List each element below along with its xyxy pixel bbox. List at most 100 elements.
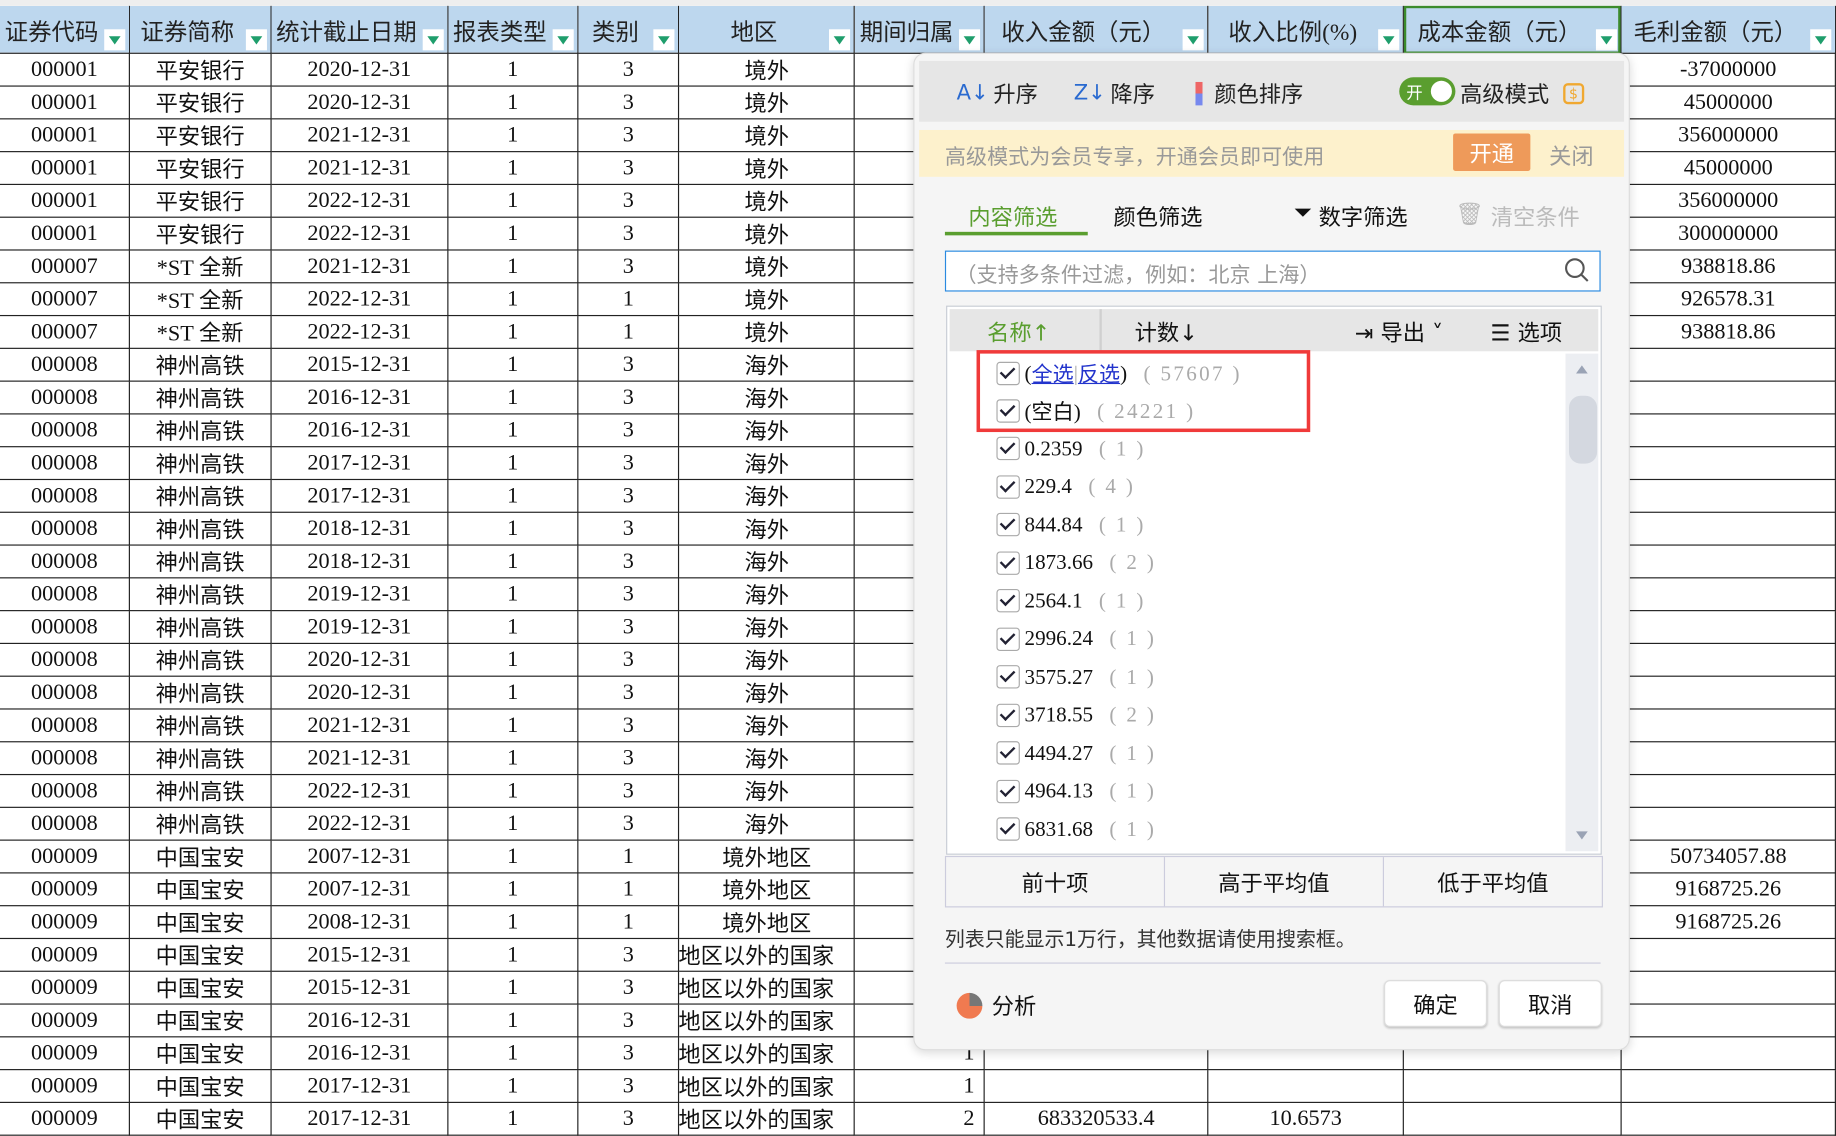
table-cell[interactable] [1621, 446, 1836, 481]
number-filter-button[interactable]: ⏷ 数字筛选 [1294, 200, 1408, 232]
table-cell[interactable]: 2017-12-31 [270, 479, 449, 513]
table-cell[interactable]: 1 [447, 971, 579, 1005]
table-cell[interactable] [1621, 741, 1836, 776]
table-cell[interactable]: 2021-12-31 [270, 741, 449, 776]
table-cell[interactable]: 神州高铁 [129, 676, 272, 710]
table-cell[interactable]: 海外 [678, 643, 856, 677]
table-cell[interactable]: 9168725.26 [1621, 872, 1836, 907]
list-scrollbar[interactable] [1565, 353, 1599, 852]
table-cell[interactable]: 中国宝安 [129, 840, 272, 874]
table-cell[interactable] [1621, 676, 1836, 710]
table-cell[interactable]: 1 [577, 905, 680, 940]
table-cell[interactable]: 神州高铁 [129, 807, 272, 841]
table-cell[interactable]: 1 [447, 282, 579, 317]
table-cell[interactable]: 938818.86 [1621, 315, 1836, 349]
table-cell[interactable]: 2019-12-31 [270, 610, 449, 644]
table-cell[interactable]: 境外 [678, 315, 856, 349]
list-item[interactable]: 3575.27( 1 ) [996, 659, 1156, 694]
table-cell[interactable]: 2020-12-31 [270, 676, 449, 710]
table-cell[interactable]: 海外 [678, 479, 856, 513]
table-cell[interactable]: 1 [447, 643, 579, 677]
table-cell[interactable]: 1 [447, 413, 579, 448]
checkbox[interactable] [996, 512, 1020, 537]
table-cell[interactable]: 陆地区以外的国家 [678, 971, 856, 1005]
sort-by-count[interactable]: 计数↓ [1135, 316, 1198, 348]
table-cell[interactable]: 3 [577, 348, 680, 382]
filter-dropdown-icon[interactable] [552, 29, 574, 51]
table-cell[interactable]: 1 [447, 151, 579, 186]
table-cell[interactable]: -37000000 [1621, 53, 1836, 87]
filter-dropdown-icon[interactable] [653, 29, 675, 51]
table-cell[interactable]: 000001 [0, 86, 130, 120]
table-cell[interactable]: 000008 [0, 610, 130, 644]
filter-search-input[interactable]: （支持多条件过滤，例如：北京 上海） [944, 250, 1601, 292]
table-cell[interactable]: 1 [447, 708, 579, 743]
table-cell[interactable]: 海外 [678, 577, 856, 612]
table-cell[interactable] [1621, 774, 1836, 808]
table-cell[interactable]: 938818.86 [1621, 249, 1836, 284]
checkbox[interactable] [996, 741, 1020, 765]
table-cell[interactable]: 1 [447, 1036, 579, 1071]
table-cell[interactable]: 000008 [0, 708, 130, 743]
table-cell[interactable]: 000008 [0, 807, 130, 841]
ok-button[interactable]: 确定 [1384, 980, 1488, 1027]
table-cell[interactable]: 3 [577, 643, 680, 677]
table-cell[interactable]: 海外 [678, 348, 856, 382]
table-cell[interactable]: 000007 [0, 282, 130, 317]
list-item[interactable]: 1873.66( 2 ) [996, 545, 1156, 580]
table-cell[interactable]: 2022-12-31 [270, 774, 449, 808]
above-average-button[interactable]: 高于平均值 [1165, 857, 1385, 907]
list-item[interactable]: 844.84( 1 ) [996, 507, 1145, 542]
table-cell[interactable]: 000001 [0, 184, 130, 218]
column-header[interactable]: 报表类型 [447, 5, 579, 54]
table-cell[interactable] [1621, 938, 1836, 972]
table-cell[interactable]: 3 [577, 86, 680, 120]
table-cell[interactable]: 2022-12-31 [270, 315, 449, 349]
table-cell[interactable]: 平安银行 [129, 86, 272, 120]
table-cell[interactable]: 神州高铁 [129, 446, 272, 481]
table-cell[interactable]: 中国宝安 [129, 872, 272, 907]
column-header[interactable]: 地区 [678, 5, 856, 54]
table-cell[interactable]: 2007-12-31 [270, 872, 449, 907]
table-cell[interactable]: 000001 [0, 151, 130, 186]
table-cell[interactable]: 000007 [0, 249, 130, 284]
options-button[interactable]: ☰ 选项 [1491, 316, 1563, 348]
cancel-button[interactable]: 取消 [1498, 980, 1602, 1027]
column-header[interactable]: 证券简称 [129, 5, 272, 54]
table-cell[interactable]: 境外地区 [678, 905, 856, 940]
table-cell[interactable]: 000001 [0, 53, 130, 87]
table-cell[interactable]: 2022-12-31 [270, 282, 449, 317]
checkbox[interactable] [996, 550, 1020, 575]
table-cell[interactable]: 000008 [0, 413, 130, 448]
table-cell[interactable]: 3 [577, 545, 680, 579]
table-cell[interactable]: 926578.31 [1621, 282, 1836, 317]
table-cell[interactable]: 3 [577, 971, 680, 1005]
table-cell[interactable]: 境外 [678, 184, 856, 218]
table-cell[interactable]: 000008 [0, 545, 130, 579]
table-cell[interactable]: 陆地区以外的国家 [678, 1004, 856, 1038]
table-cell[interactable]: 平安银行 [129, 184, 272, 218]
table-cell[interactable]: 海外 [678, 708, 856, 743]
table-cell[interactable]: 000009 [0, 905, 130, 940]
table-cell[interactable]: 1 [447, 938, 579, 972]
table-cell[interactable]: 中国宝安 [129, 1004, 272, 1038]
checkbox[interactable] [996, 703, 1020, 727]
table-cell[interactable]: 海外 [678, 807, 856, 841]
table-cell[interactable]: 2022-12-31 [270, 807, 449, 841]
table-cell[interactable]: 45000000 [1621, 86, 1836, 120]
table-cell[interactable]: 1 [447, 86, 579, 120]
table-cell[interactable]: 3 [577, 610, 680, 644]
table-cell[interactable] [1621, 545, 1836, 579]
table-cell[interactable] [1403, 1102, 1622, 1136]
table-cell[interactable]: 3 [577, 807, 680, 841]
filter-dropdown-icon[interactable] [104, 29, 126, 51]
table-cell[interactable] [1621, 512, 1836, 546]
column-header[interactable]: 期间归属 [854, 5, 986, 54]
table-cell[interactable]: 2016-12-31 [270, 413, 449, 448]
table-cell[interactable]: 中国宝安 [129, 971, 272, 1005]
table-cell[interactable] [1621, 807, 1836, 841]
table-cell[interactable]: 1 [447, 872, 579, 907]
table-cell[interactable]: 000008 [0, 348, 130, 382]
column-header[interactable]: 成本金额（元） [1403, 5, 1622, 54]
table-cell[interactable]: 2007-12-31 [270, 840, 449, 874]
